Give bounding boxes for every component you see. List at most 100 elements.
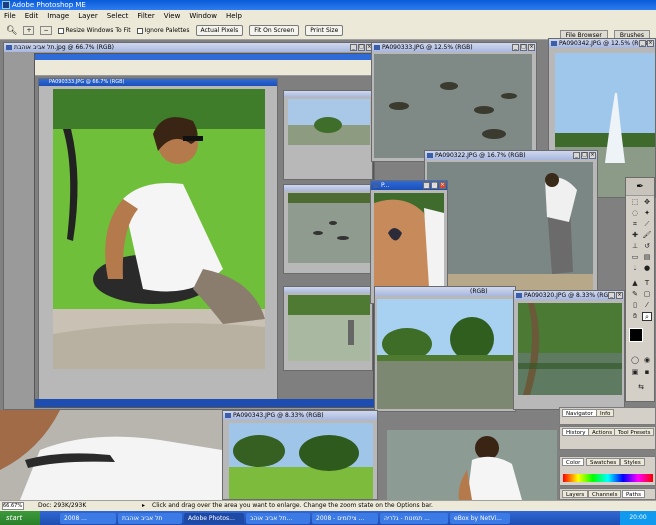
- window-title-bar[interactable]: PA090333.JPG @ 12.5% (RGB) _ □ ×: [372, 43, 536, 52]
- maximize-icon[interactable]: □: [581, 152, 588, 159]
- history-brush-icon[interactable]: ↺: [642, 242, 652, 251]
- inner-document-window[interactable]: PA090333.JPG @ 66.7% (RGB): [38, 78, 278, 400]
- maximize-icon[interactable]: □: [520, 44, 527, 51]
- brush-tool-icon[interactable]: 🖌︎: [642, 231, 652, 240]
- maximize-icon[interactable]: □: [431, 182, 438, 189]
- taskbar-item-photoshop[interactable]: Adobe Photos...: [184, 512, 244, 524]
- document-window-man-standing[interactable]: PA090322.JPG @ 16.7% (RGB) _ □ ×: [424, 150, 598, 300]
- resize-windows-checkbox[interactable]: Resize Windows To Fit: [57, 27, 131, 34]
- eraser-tool-icon[interactable]: ▭: [630, 253, 640, 262]
- shape-tool-icon[interactable]: ▢: [642, 290, 652, 299]
- imageready-icon[interactable]: ⇆: [636, 383, 646, 392]
- move-tool-icon[interactable]: ✥: [642, 198, 652, 207]
- lasso-tool-icon[interactable]: ◌: [630, 209, 640, 218]
- zoom-tool-icon[interactable]: 🔍︎: [6, 26, 17, 36]
- ignore-palettes-checkbox[interactable]: Ignore Palettes: [136, 27, 190, 34]
- crop-tool-icon[interactable]: ⌗: [630, 220, 640, 229]
- zoom-level-field[interactable]: 66.67%: [2, 502, 24, 510]
- gradient-tool-icon[interactable]: ▤: [642, 253, 652, 262]
- inner-thumb-3[interactable]: [283, 286, 373, 371]
- eyedropper-tool-icon[interactable]: ⁄: [642, 301, 652, 310]
- actual-pixels-button[interactable]: Actual Pixels: [195, 25, 244, 36]
- zoom-in-icon[interactable]: +: [23, 26, 35, 35]
- document-window-park-bottom[interactable]: PA090343.JPG @ 8.33% (RGB): [222, 410, 378, 500]
- window-title-bar[interactable]: P... _ □ ×: [371, 181, 447, 190]
- inner-thumb-2[interactable]: [283, 184, 373, 274]
- channels-tab[interactable]: Channels: [588, 490, 622, 498]
- start-button[interactable]: start: [0, 511, 40, 525]
- hand-tool-icon[interactable]: ✋︎: [630, 312, 640, 321]
- close-icon[interactable]: ×: [528, 44, 535, 51]
- swatches-tab[interactable]: Swatches: [586, 458, 621, 466]
- screen-mode-icon[interactable]: ▣: [630, 368, 640, 377]
- menu-view[interactable]: View: [164, 12, 181, 20]
- document-window-trees[interactable]: PA090320.JPG @ 8.33% (RGB) _ ×: [513, 290, 625, 410]
- standard-mode-icon[interactable]: ◉: [642, 356, 652, 365]
- actions-tab[interactable]: Actions: [588, 428, 617, 436]
- menu-image[interactable]: Image: [47, 12, 69, 20]
- minimize-icon[interactable]: _: [423, 182, 430, 189]
- menu-filter[interactable]: Filter: [137, 12, 154, 20]
- tool-presets-tab[interactable]: Tool Presets: [614, 428, 655, 436]
- minimize-icon[interactable]: _: [573, 152, 580, 159]
- menu-edit[interactable]: Edit: [25, 12, 39, 20]
- window-title-bar[interactable]: PA090342.JPG @ 12.5% (RGB) _ ×: [549, 39, 655, 48]
- system-tray-clock[interactable]: 20:00: [620, 511, 656, 525]
- minimize-icon[interactable]: _: [639, 40, 646, 47]
- zoom-out-icon[interactable]: −: [40, 26, 52, 35]
- info-tab[interactable]: Info: [596, 409, 615, 417]
- inner-thumb-1[interactable]: [283, 90, 373, 180]
- history-tab[interactable]: History: [562, 428, 590, 436]
- marquee-tool-icon[interactable]: ⬚: [630, 198, 640, 207]
- path-select-tool-icon[interactable]: ▲: [630, 279, 640, 288]
- magic-wand-tool-icon[interactable]: ✦: [642, 209, 652, 218]
- minimize-icon[interactable]: _: [608, 292, 615, 299]
- taskbar-item[interactable]: 2008 - צילומים ...: [312, 512, 378, 524]
- full-screen-icon[interactable]: ▪: [642, 368, 652, 377]
- taskbar-item[interactable]: eBox by NetVi...: [450, 512, 510, 524]
- document-window-main[interactable]: תל אביב אוהבת.jpg @ 66.7% (RGB) _ □ × PA09…: [3, 42, 375, 410]
- status-arrow-icon[interactable]: ▸: [142, 501, 145, 511]
- close-icon[interactable]: ×: [589, 152, 596, 159]
- taskbar-item[interactable]: תמונות - גלריה ...: [380, 512, 448, 524]
- maximize-icon[interactable]: □: [358, 44, 365, 51]
- foreground-color-swatch[interactable]: [629, 328, 643, 342]
- slice-tool-icon[interactable]: ⟋: [642, 220, 652, 229]
- window-title-bar[interactable]: PA090320.JPG @ 8.33% (RGB) _ ×: [514, 291, 624, 300]
- layers-tab[interactable]: Layers: [562, 490, 589, 498]
- paths-tab[interactable]: Paths: [622, 490, 645, 498]
- quick-mask-icon[interactable]: ◯: [630, 356, 640, 365]
- fit-on-screen-button[interactable]: Fit On Screen: [249, 25, 300, 36]
- color-spectrum-bar[interactable]: [563, 474, 653, 482]
- window-title-bar[interactable]: תל אביב אוהבת.jpg @ 66.7% (RGB) _ □ ×: [4, 43, 374, 52]
- menu-file[interactable]: File: [4, 12, 16, 20]
- pen-tool-icon[interactable]: ✎: [630, 290, 640, 299]
- type-tool-icon[interactable]: T: [642, 279, 652, 288]
- close-icon[interactable]: ×: [616, 292, 623, 299]
- taskbar-item[interactable]: 2008 ...: [60, 512, 116, 524]
- taskbar-item[interactable]: תל אביב אוהבת: [118, 512, 182, 524]
- document-window-park-lake[interactable]: (RGB): [374, 286, 516, 412]
- menu-help[interactable]: Help: [226, 12, 242, 20]
- window-title-bar[interactable]: PA090322.JPG @ 16.7% (RGB) _ □ ×: [425, 151, 597, 160]
- menu-select[interactable]: Select: [107, 12, 129, 20]
- print-size-button[interactable]: Print Size: [305, 25, 344, 36]
- close-icon[interactable]: ×: [647, 40, 654, 47]
- stamp-tool-icon[interactable]: ⊥: [630, 242, 640, 251]
- document-window-ducks[interactable]: PA090333.JPG @ 12.5% (RGB) _ □ ×: [371, 42, 537, 162]
- blur-tool-icon[interactable]: 💧︎: [630, 264, 640, 273]
- menu-window[interactable]: Window: [189, 12, 217, 20]
- healing-brush-icon[interactable]: ✚: [630, 231, 640, 240]
- styles-tab[interactable]: Styles: [620, 458, 645, 466]
- color-tab[interactable]: Color: [562, 458, 585, 466]
- navigator-tab[interactable]: Navigator: [562, 409, 597, 417]
- close-icon[interactable]: ×: [439, 182, 446, 189]
- inner-window-title-bar[interactable]: PA090333.JPG @ 66.7% (RGB): [39, 79, 277, 86]
- window-title-bar[interactable]: PA090343.JPG @ 8.33% (RGB): [223, 411, 377, 420]
- minimize-icon[interactable]: _: [350, 44, 357, 51]
- taskbar-item[interactable]: תל אביב אוהב...: [246, 512, 310, 524]
- window-title-bar[interactable]: (RGB): [375, 287, 515, 296]
- minimize-icon[interactable]: _: [512, 44, 519, 51]
- zoom-tool-icon[interactable]: ⌕: [642, 312, 652, 321]
- menu-layer[interactable]: Layer: [78, 12, 98, 20]
